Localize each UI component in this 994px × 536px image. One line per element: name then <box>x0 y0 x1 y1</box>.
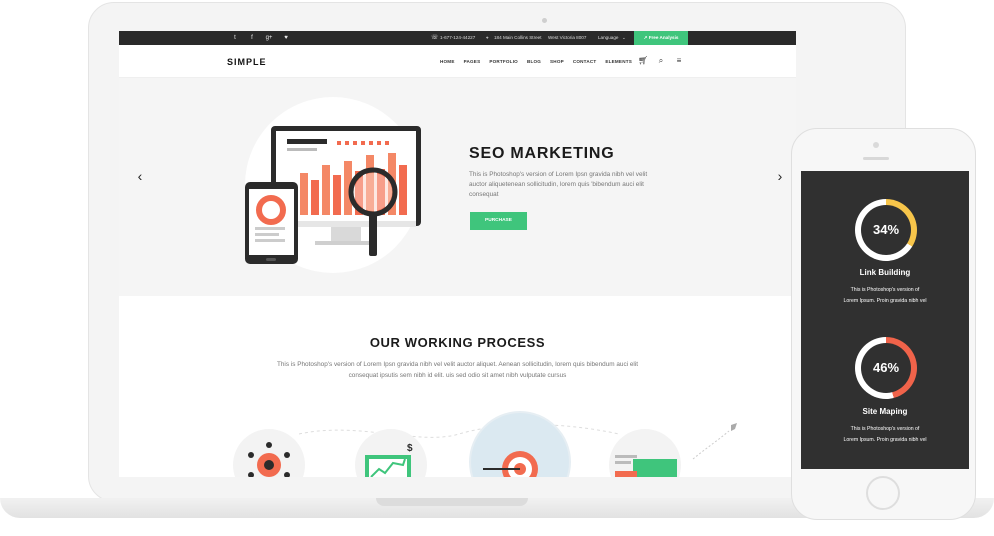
language-select[interactable]: Language <box>598 35 618 41</box>
site-maping-title: Site Maping <box>862 407 908 416</box>
nav-item-contact[interactable]: CONTACT <box>573 59 597 64</box>
process-connector-line <box>299 424 619 438</box>
cart-icon[interactable]: 🛒︎ <box>638 56 648 66</box>
phone-icon: ☏ <box>431 35 439 41</box>
purchase-button[interactable]: PURCHASE <box>470 212 527 230</box>
process-step-1 <box>233 429 305 477</box>
site-maping-value: 46% <box>861 343 911 393</box>
trend-icon: ↗ <box>643 35 648 40</box>
link-building-value: 34% <box>861 205 911 255</box>
site-maping-text-line-2: Lorem Ipsum. Proin gravida nibh vel <box>843 437 927 443</box>
link-building-text-line-1: This is Photoshop's version of <box>850 287 920 293</box>
nav-item-elements[interactable]: ELEMENTS <box>605 59 632 64</box>
seo-analytics-illustration <box>245 126 421 264</box>
menu-icon[interactable]: ≡ <box>674 56 684 66</box>
phone-camera <box>873 142 879 148</box>
laptop-camera <box>542 18 547 23</box>
nav-item-pages[interactable]: PAGES <box>464 59 481 64</box>
phone-screen: 34% Link Building This is Photoshop's ve… <box>801 171 969 469</box>
phone-frame: 34% Link Building This is Photoshop's ve… <box>791 128 976 520</box>
free-analysis-label: Free Analysis <box>648 35 679 40</box>
rocket-icon <box>692 423 737 460</box>
link-building-progress-ring: 34% <box>855 199 917 261</box>
link-building-title: Link Building <box>859 268 911 277</box>
process-step-3 <box>469 411 571 477</box>
chevron-down-icon: ⌄ <box>622 35 626 40</box>
process-step-2: $ <box>355 429 427 477</box>
gear-icon <box>248 442 290 477</box>
home-button[interactable] <box>866 476 900 510</box>
browser-window-icon <box>615 455 677 477</box>
process-step-4 <box>609 429 681 477</box>
device-mockup-scene: t f g+ ♥ ☏ 1-677-124-44227 ⌖ 184 Main Co… <box>0 0 994 536</box>
section-description: This is Photoshop's version of Lorem Ips… <box>276 361 639 379</box>
facebook-icon[interactable]: f <box>248 34 256 42</box>
google-plus-icon[interactable]: g+ <box>265 34 273 42</box>
hero-description: This is Photoshop's version of Lorem Ips… <box>469 171 648 198</box>
location-pin-icon: ⌖ <box>486 35 489 40</box>
nav-item-home[interactable]: HOME <box>440 59 455 64</box>
main-nav: SIMPLE HOME PAGES PORTFOLIO BLOG SHOP CO… <box>119 45 796 78</box>
nav-item-shop[interactable]: SHOP <box>550 59 564 64</box>
link-building-text-line-2: Lorem Ipsum. Proin gravida nibh vel <box>843 298 927 304</box>
site-logo[interactable]: SIMPLE <box>227 57 267 67</box>
free-analysis-button[interactable]: ↗ Free Analysis <box>634 31 688 45</box>
growth-chart-icon: $ <box>365 443 413 477</box>
chevron-right-icon[interactable]: › <box>774 166 786 186</box>
site-maping-text-line-1: This is Photoshop's version of <box>850 426 920 432</box>
top-bar: t f g+ ♥ ☏ 1-677-124-44227 ⌖ 184 Main Co… <box>119 31 796 45</box>
nav-item-portfolio[interactable]: PORTFOLIO <box>489 59 518 64</box>
hero-slider: ‹ › SEO MARKETING This is Photoshop's ve… <box>119 78 796 296</box>
heart-icon[interactable]: ♥ <box>282 34 290 42</box>
site-maping-progress-ring: 46% <box>855 337 917 399</box>
chevron-left-icon[interactable]: ‹ <box>134 166 146 186</box>
nav-item-blog[interactable]: BLOG <box>527 59 541 64</box>
nav-menu: HOME PAGES PORTFOLIO BLOG SHOP CONTACT E… <box>440 59 632 64</box>
laptop-screen: t f g+ ♥ ☏ 1-677-124-44227 ⌖ 184 Main Co… <box>119 31 796 477</box>
address-city: West Victoria 8007 <box>548 35 587 40</box>
address: 184 Main Collins Street <box>494 35 542 40</box>
target-icon <box>471 413 569 477</box>
twitter-icon[interactable]: t <box>231 34 239 42</box>
section-title: OUR WORKING PROCESS <box>369 335 546 350</box>
phone-number: 1-677-124-44227 <box>440 35 476 40</box>
search-icon[interactable]: ⌕ <box>656 56 666 66</box>
laptop-notch <box>376 498 528 506</box>
svg-text:$: $ <box>407 443 413 454</box>
hero-title: SEO MARKETING <box>469 145 615 162</box>
phone-speaker <box>863 157 889 160</box>
